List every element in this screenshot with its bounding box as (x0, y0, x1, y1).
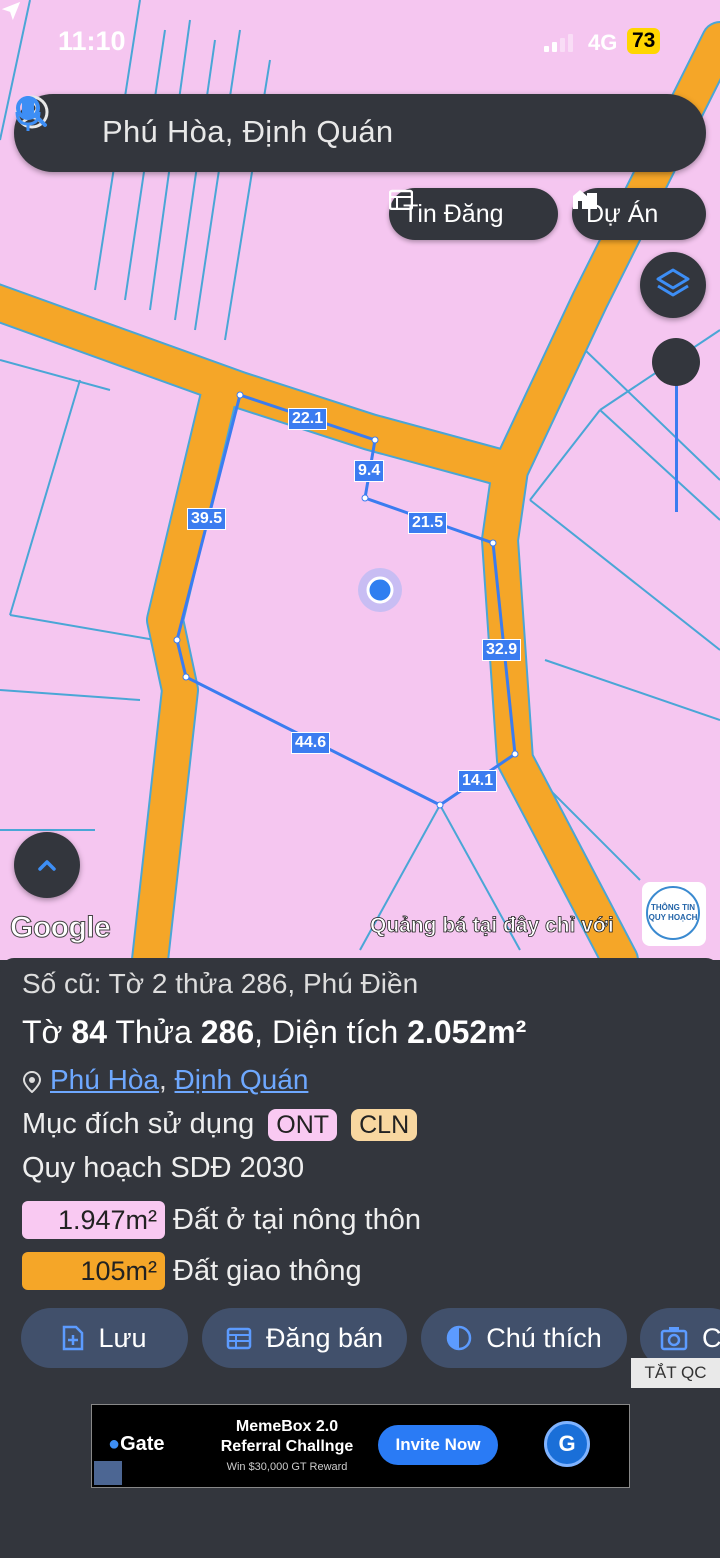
planning-info-logo[interactable]: THÔNG TIN QUY HOẠCH (642, 882, 706, 946)
expand-panel-button[interactable] (14, 832, 80, 898)
sheet-number: 84 (71, 1014, 108, 1050)
parcel-location: Phú Hòa, Định Quán (22, 1064, 308, 1096)
calendar-icon (389, 189, 413, 210)
map-ad-text[interactable]: Quảng bá tại đây chỉ với (370, 914, 614, 938)
dimension-label: 14.1 (458, 770, 498, 792)
location-arrow-icon (1, 1, 21, 21)
logo-text-bottom: QUY HOẠCH (648, 913, 698, 922)
search-input[interactable]: Phú Hòa, Định Quán (102, 114, 393, 150)
ad-brand: ●Gate (108, 1433, 165, 1455)
ad-choices-icon[interactable] (94, 1461, 122, 1485)
signal-icon (544, 34, 576, 52)
land-use-row: 105m² Đất giao thông (22, 1252, 362, 1290)
purpose-tag-cln: CLN (351, 1109, 418, 1141)
ad-title: MemeBox 2.0 Referral Challnge (220, 1418, 354, 1455)
layers-button[interactable] (640, 252, 706, 318)
status-time: 11:10 (58, 26, 126, 56)
land-purpose: Mục đích sử dụng ONT CLN (22, 1108, 418, 1141)
google-logo: Google (9, 911, 111, 945)
post-sale-label: Đăng bán (265, 1322, 384, 1353)
dimension-label: 32.9 (482, 639, 522, 661)
parcel-info-panel: Số cũ: Tờ 2 thửa 286, Phú Điền Tờ 84 Thử… (0, 958, 720, 1558)
listings-label: Tin Đăng (403, 199, 504, 228)
listings-button[interactable]: Tin Đăng (389, 188, 558, 240)
slider-handle[interactable] (652, 338, 700, 386)
camera-icon (660, 1327, 688, 1351)
land-use-desc: Đất giao thông (173, 1254, 362, 1287)
commune-link[interactable]: Phú Hòa (50, 1064, 159, 1095)
status-bar: 11:10 4G 73 (0, 0, 720, 80)
opacity-slider[interactable] (652, 338, 700, 518)
calendar-icon (226, 1327, 252, 1350)
map-view[interactable]: 22.1 9.4 21.5 39.5 32.9 44.6 14.1 11:10 … (0, 0, 720, 960)
file-add-icon (63, 1325, 84, 1351)
parcel-title: Tờ 84 Thửa 286, Diện tích 2.052m² (22, 1014, 527, 1050)
chevron-up-icon (38, 860, 56, 871)
legend-button[interactable]: Chú thích (421, 1308, 627, 1368)
dimension-label: 22.1 (288, 408, 328, 430)
land-use-area: 105m² (22, 1252, 165, 1290)
dimension-label: 9.4 (354, 460, 385, 482)
post-sale-button[interactable]: Đăng bán (202, 1308, 407, 1368)
network-type: 4G (588, 30, 618, 55)
pin-icon (22, 1070, 42, 1093)
layers-icon (656, 268, 690, 297)
hide-ads-button[interactable]: TẮT QC (631, 1358, 720, 1388)
old-parcel-info: Số cũ: Tờ 2 thửa 286, Phú Điền (22, 968, 419, 999)
land-use-area: 1.947m² (22, 1201, 165, 1239)
camera-label: C (702, 1322, 720, 1353)
lot-number: 286 (200, 1014, 255, 1050)
land-use-desc: Đất ở tại nông thôn (173, 1203, 421, 1236)
district-link[interactable]: Định Quán (175, 1064, 309, 1095)
ad-cta-button[interactable]: Invite Now (378, 1425, 498, 1465)
projects-button[interactable]: Dự Án (572, 188, 706, 240)
purpose-tag-ont: ONT (268, 1109, 338, 1141)
parcel-area: 2.052m² (407, 1014, 527, 1050)
dimension-label: 44.6 (291, 732, 331, 754)
battery-level: 73 (627, 28, 661, 54)
dimension-label: 39.5 (187, 508, 227, 530)
save-label: Lưu (98, 1322, 147, 1353)
land-use-row: 1.947m² Đất ở tại nông thôn (22, 1201, 421, 1239)
ad-subtitle: Win $30,000 GT Reward (226, 1461, 348, 1473)
planning-label: Quy hoạch SDĐ 2030 (22, 1152, 305, 1184)
search-bar[interactable]: Phú Hòa, Định Quán (14, 94, 706, 172)
dimension-label: 21.5 (408, 512, 448, 534)
ad-banner[interactable]: ●Gate MemeBox 2.0 Referral Challnge Win $… (91, 1404, 630, 1488)
contrast-icon (446, 1325, 472, 1351)
logo-text-top: THÔNG TIN (651, 903, 695, 912)
save-button[interactable]: Lưu (21, 1308, 188, 1368)
building-icon (573, 190, 597, 209)
microphone-icon[interactable] (14, 94, 42, 132)
legend-label: Chú thích (486, 1322, 602, 1353)
ad-logo: G (544, 1421, 590, 1467)
